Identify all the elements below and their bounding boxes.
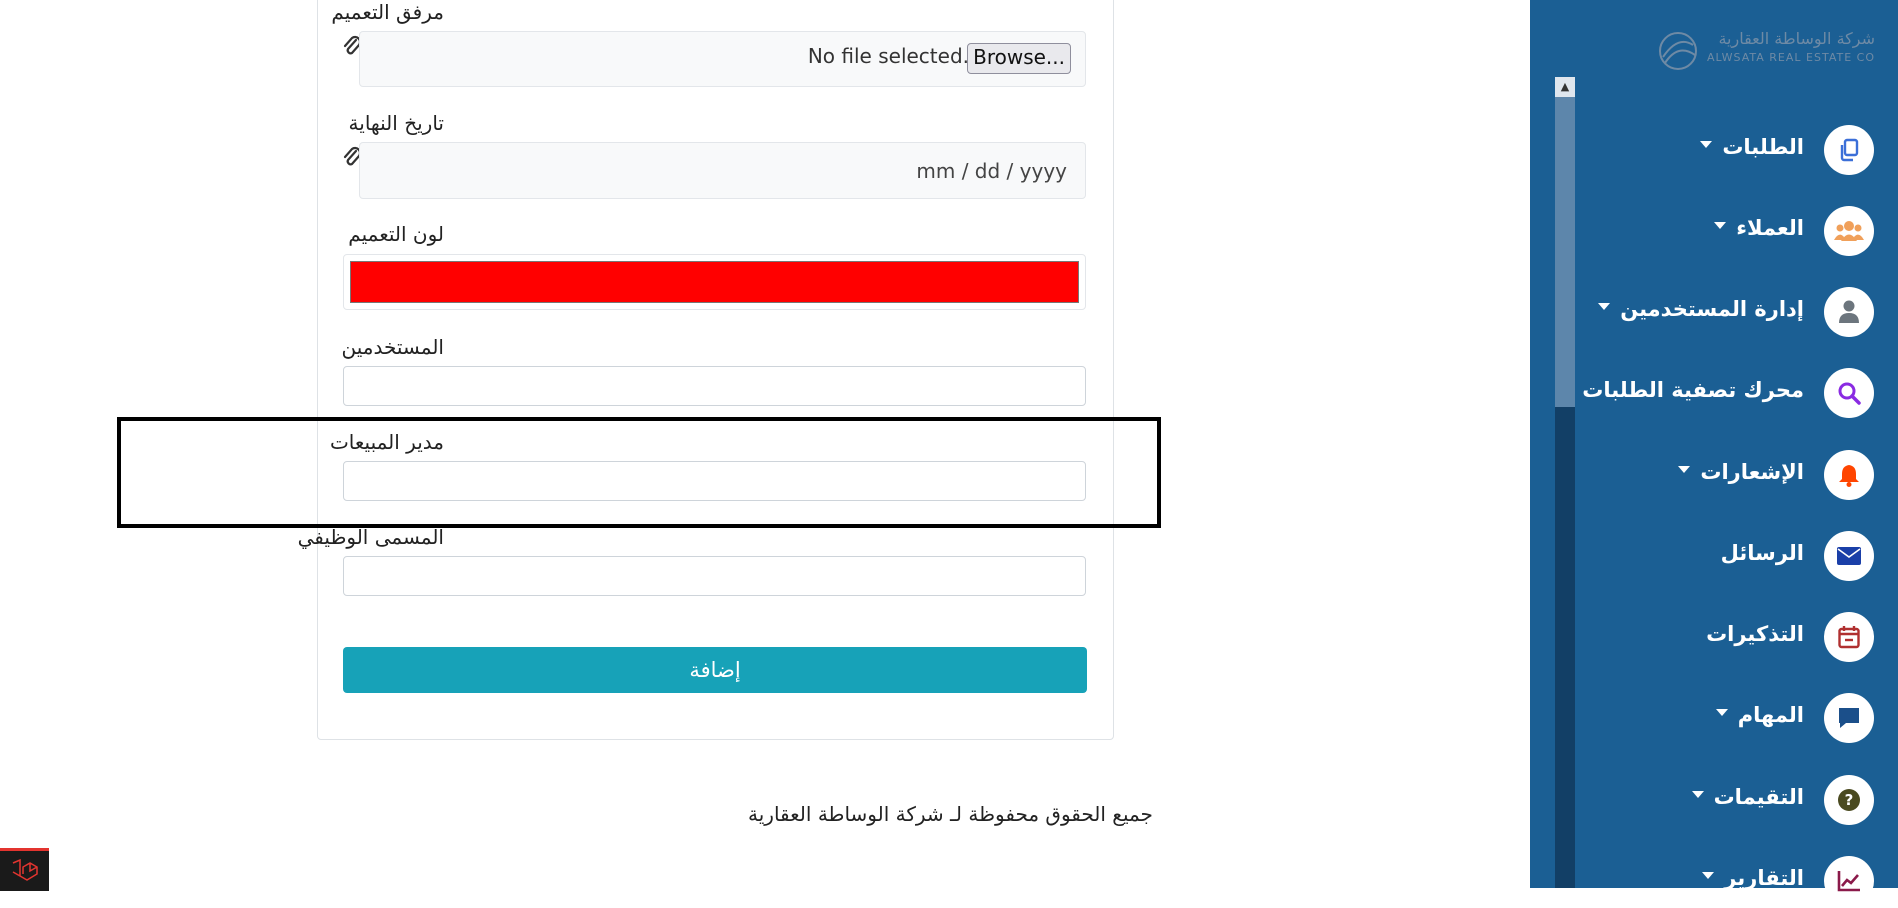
users-label: المستخدمين xyxy=(341,335,444,359)
submit-button[interactable]: إضافة xyxy=(343,647,1087,693)
copy-icon xyxy=(1824,125,1874,175)
color-label: لون التعميم xyxy=(348,222,444,246)
sidebar-item-label: محرك تصفية الطلبات xyxy=(1582,378,1804,402)
bell-icon xyxy=(1824,450,1874,500)
color-swatch xyxy=(350,261,1079,303)
attachment-label: مرفق التعميم xyxy=(331,0,444,24)
sidebar-item-clients[interactable]: العملاء xyxy=(1580,206,1880,258)
sidebar-item-label: الرسائل xyxy=(1720,541,1804,565)
users-input[interactable] xyxy=(343,366,1086,406)
sidebar-item-tasks[interactable]: المهام xyxy=(1580,693,1880,745)
logo-english-text: ALWSATA REAL ESTATE CO xyxy=(1707,51,1875,64)
comment-icon xyxy=(1824,693,1874,743)
caret-down-icon xyxy=(1715,708,1728,716)
color-input[interactable] xyxy=(343,254,1086,310)
sidebar-item-reminders[interactable]: التذكيرات xyxy=(1580,612,1880,664)
company-logo-icon xyxy=(1659,32,1697,70)
question-circle-icon: ? xyxy=(1824,775,1874,825)
sidebar-item-label: التذكيرات xyxy=(1706,622,1804,646)
main-content: مرفق التعميم Browse... No file selected.… xyxy=(0,0,1530,891)
company-logo[interactable]: شركة الوساطة العقارية ALWSATA REAL ESTAT… xyxy=(1655,25,1875,77)
no-file-text: No file selected. xyxy=(807,44,969,68)
sidebar-item-label: إدارة المستخدمين xyxy=(1620,297,1804,321)
chart-icon xyxy=(1824,856,1874,906)
sidebar-item-notifications[interactable]: الإشعارات xyxy=(1580,450,1880,502)
sidebar-item-requests[interactable]: الطلبات xyxy=(1580,125,1880,177)
footer-copyright: جميع الحقوق محفوظة لـ شركة الوساطة العقا… xyxy=(748,802,1153,826)
scroll-up-arrow[interactable]: ▲ xyxy=(1555,77,1575,97)
sidebar-item-label: العملاء xyxy=(1736,216,1804,240)
browse-button[interactable]: Browse... xyxy=(967,43,1071,74)
laravel-logo-icon xyxy=(12,858,38,881)
sidebar-item-user-management[interactable]: إدارة المستخدمين xyxy=(1580,287,1880,339)
sidebar-item-reports[interactable]: التقارير xyxy=(1580,856,1880,908)
caret-down-icon xyxy=(1702,871,1715,879)
framework-badge[interactable] xyxy=(0,848,49,891)
caret-down-icon xyxy=(1691,790,1704,798)
caret-down-icon xyxy=(1714,221,1727,229)
user-icon xyxy=(1824,287,1874,337)
users-icon xyxy=(1824,206,1874,256)
sidebar-item-messages[interactable]: الرسائل xyxy=(1580,531,1880,583)
attachment-file-input[interactable]: Browse... No file selected. xyxy=(359,31,1086,87)
logo-arabic-text: شركة الوساطة العقارية xyxy=(1718,29,1875,48)
end-date-input[interactable]: mm / dd / yyyy xyxy=(359,142,1086,199)
job-title-label: المسمى الوظيفي xyxy=(297,525,444,549)
caret-down-icon xyxy=(1678,465,1691,473)
search-icon xyxy=(1824,368,1874,418)
sidebar-item-label: الطلبات xyxy=(1722,135,1804,159)
sidebar-item-label: التقيمات xyxy=(1713,785,1804,809)
sidebar-item-label: الإشعارات xyxy=(1700,460,1804,484)
calendar-icon xyxy=(1824,612,1874,662)
highlight-box xyxy=(117,417,1161,528)
sidebar-item-request-filter[interactable]: محرك تصفية الطلبات xyxy=(1580,368,1880,420)
sidebar-item-label: التقارير xyxy=(1724,866,1804,890)
sidebar-item-label: المهام xyxy=(1737,703,1804,727)
job-title-input[interactable] xyxy=(343,556,1086,596)
sidebar-scrollbar-thumb[interactable] xyxy=(1555,97,1575,407)
sidebar-item-ratings[interactable]: ? التقيمات xyxy=(1580,775,1880,827)
caret-down-icon xyxy=(1700,140,1713,148)
envelope-icon xyxy=(1824,531,1874,581)
end-date-label: تاريخ النهاية xyxy=(348,111,444,135)
date-placeholder: mm / dd / yyyy xyxy=(916,159,1067,183)
caret-down-icon xyxy=(1598,302,1611,310)
svg-text:?: ? xyxy=(1845,791,1854,809)
